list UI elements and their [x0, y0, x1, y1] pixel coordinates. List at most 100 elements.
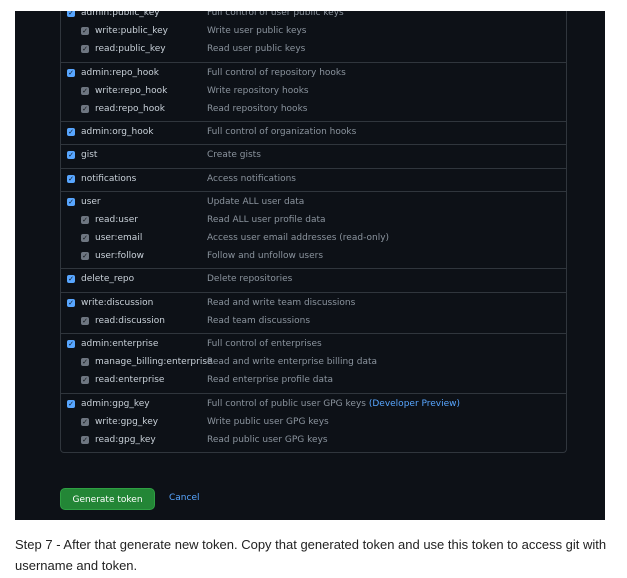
scope-description: Read team discussions	[207, 316, 310, 326]
scope-name: write:gpg_key	[95, 416, 159, 427]
scope-description: Delete repositories	[207, 274, 292, 284]
scope-name: write:discussion	[81, 297, 154, 308]
scope-group: ✓ admin:org_hook Full control of organizat…	[61, 122, 566, 146]
scope-row: ✓ admin:org_hook Full control of organizat…	[61, 124, 566, 142]
scope-description: Full control of public user GPG keys (De…	[207, 399, 460, 409]
scope-name: read:discussion	[95, 315, 165, 326]
scope-description-text: Full control of public user GPG keys	[207, 398, 366, 409]
scope-checkbox[interactable]: ✓	[81, 86, 89, 95]
sub-scope-row: ✓ write:gpg_key Write public user GPG keys	[61, 414, 566, 432]
scope-group: ✓ notifications Access notifications	[61, 169, 566, 192]
scope-name: read:repo_hook	[95, 103, 165, 114]
scope-name: read:enterprise	[95, 375, 165, 386]
scope-checkbox[interactable]: ✓	[67, 340, 75, 348]
scope-description: Access notifications	[207, 174, 296, 184]
scope-group: ✓ admin:repo_hook Full control of reposito…	[61, 63, 566, 123]
scope-description: Create gists	[207, 150, 261, 160]
scope-group: ✓ gist Create gists	[61, 145, 566, 169]
scope-name: delete_repo	[81, 274, 135, 285]
scope-name: admin:repo_hook	[81, 67, 159, 78]
sub-scope-row: ✓ read:enterprise Read enterprise profile …	[61, 372, 566, 390]
scope-name: write:repo_hook	[95, 85, 168, 96]
scope-name: gist	[81, 150, 98, 161]
scope-checkbox[interactable]: ✓	[81, 234, 89, 243]
sub-scope-row: ✓ read:user Read ALL user profile data	[61, 212, 566, 230]
scope-description: Write public user GPG keys	[207, 417, 329, 427]
scope-description-text: Full control of enterprises	[207, 339, 322, 349]
scope-description: Full control of repository hooks	[207, 68, 346, 78]
scope-checkbox[interactable]: ✓	[81, 45, 89, 54]
scope-description-text: Access user email addresses (read-only)	[207, 233, 390, 244]
scope-name: user	[81, 196, 101, 207]
scope-description-text: Full control of repository hooks	[207, 67, 346, 78]
scope-checkbox[interactable]: ✓	[81, 215, 89, 224]
github-token-screenshot: ✓ admin:public_key Full control of user pu…	[15, 11, 605, 520]
scope-checkbox[interactable]: ✓	[67, 11, 75, 17]
scope-description-text: Read and write team discussions	[207, 297, 356, 308]
scope-name: admin:public_key	[81, 11, 160, 18]
scope-description: Read enterprise profile data	[207, 375, 333, 385]
scope-description-text: Read user public keys	[207, 44, 306, 55]
scope-checkbox[interactable]: ✓	[81, 316, 89, 325]
scope-description-text: Read public user GPG keys	[207, 434, 328, 445]
scope-checkbox[interactable]: ✓	[81, 358, 89, 367]
sub-scope-row: ✓ manage_billing:enterprise Read and write…	[61, 354, 566, 372]
scope-checkbox[interactable]: ✓	[67, 151, 75, 160]
scope-checkbox[interactable]: ✓	[67, 128, 75, 137]
scope-description-text: Full control of user public keys	[207, 11, 344, 18]
scope-group: ✓ admin:enterprise Full control of enterpr…	[61, 334, 566, 394]
scope-checkbox[interactable]: ✓	[81, 435, 89, 444]
scope-checkbox[interactable]: ✓	[67, 298, 75, 307]
scope-description: Follow and unfollow users	[207, 251, 323, 261]
scope-description-text: Delete repositories	[207, 274, 293, 285]
scope-checkbox[interactable]: ✓	[81, 104, 89, 113]
scope-group: ✓ delete_repo Delete repositories	[61, 269, 566, 293]
scope-description-text: Read and write enterprise billing data	[207, 357, 378, 368]
scope-checkbox[interactable]: ✓	[67, 275, 75, 284]
sub-scope-row: ✓ write:public_key Write user public keys	[61, 23, 566, 41]
cancel-link[interactable]: Cancel	[169, 493, 200, 503]
scope-row: ✓ admin:gpg_key Full control of public use…	[61, 396, 566, 414]
scope-row: ✓ notifications Access notifications	[61, 171, 566, 189]
scope-row: ✓ admin:public_key Full control of user pu…	[61, 11, 566, 23]
scope-description: Read repository hooks	[207, 104, 307, 114]
scope-checkbox[interactable]: ✓	[81, 376, 89, 385]
scope-checkbox[interactable]: ✓	[81, 252, 89, 261]
scope-row: ✓ gist Create gists	[61, 147, 566, 165]
scope-row: ✓ admin:repo_hook Full control of reposito…	[61, 65, 566, 83]
scope-description: Update ALL user data	[207, 197, 304, 207]
scope-description-text: Read repository hooks	[207, 103, 308, 114]
sub-scope-row: ✓ read:repo_hook Read repository hooks	[61, 101, 566, 119]
sub-scope-row: ✓ write:repo_hook Write repository hooks	[61, 83, 566, 101]
scope-description-text: Write repository hooks	[207, 85, 309, 96]
scope-name: user:email	[95, 233, 143, 244]
sub-scope-row: ✓ user:follow Follow and unfollow users	[61, 248, 566, 266]
scope-description-text: Read ALL user profile data	[207, 214, 326, 225]
scope-name: admin:org_hook	[81, 127, 154, 138]
scope-name: write:public_key	[95, 26, 168, 37]
scope-description: Write user public keys	[207, 26, 307, 36]
scope-checkbox[interactable]: ✓	[67, 174, 75, 183]
scopes-list: ✓ admin:public_key Full control of user pu…	[60, 11, 567, 454]
scope-name: read:gpg_key	[95, 434, 156, 445]
scope-name: admin:gpg_key	[81, 398, 150, 409]
scope-row: ✓ admin:enterprise Full control of enterpr…	[61, 336, 566, 354]
scope-checkbox[interactable]: ✓	[81, 27, 89, 36]
scope-checkbox[interactable]: ✓	[81, 417, 89, 426]
scope-row: ✓ write:discussion Read and write team dis…	[61, 295, 566, 313]
scope-name: read:public_key	[95, 44, 166, 55]
scope-description-text: Write user public keys	[207, 26, 307, 37]
scope-description: Read and write team discussions	[207, 298, 355, 308]
scope-description-text: Create gists	[207, 150, 261, 161]
scope-description: Read ALL user profile data	[207, 215, 326, 225]
scope-description: Read and write enterprise billing data	[207, 357, 377, 367]
developer-preview-link[interactable]: (Developer Preview)	[369, 399, 460, 409]
scope-row: ✓ delete_repo Delete repositories	[61, 271, 566, 289]
scope-checkbox[interactable]: ✓	[67, 68, 75, 77]
scope-checkbox[interactable]: ✓	[67, 197, 75, 206]
scope-description: Read public user GPG keys	[207, 435, 328, 445]
scope-checkbox[interactable]: ✓	[67, 399, 75, 408]
scope-name: manage_billing:enterprise	[95, 357, 213, 368]
scope-description-text: Write public user GPG keys	[207, 416, 329, 427]
generate-token-button[interactable]: Generate token	[60, 488, 155, 510]
